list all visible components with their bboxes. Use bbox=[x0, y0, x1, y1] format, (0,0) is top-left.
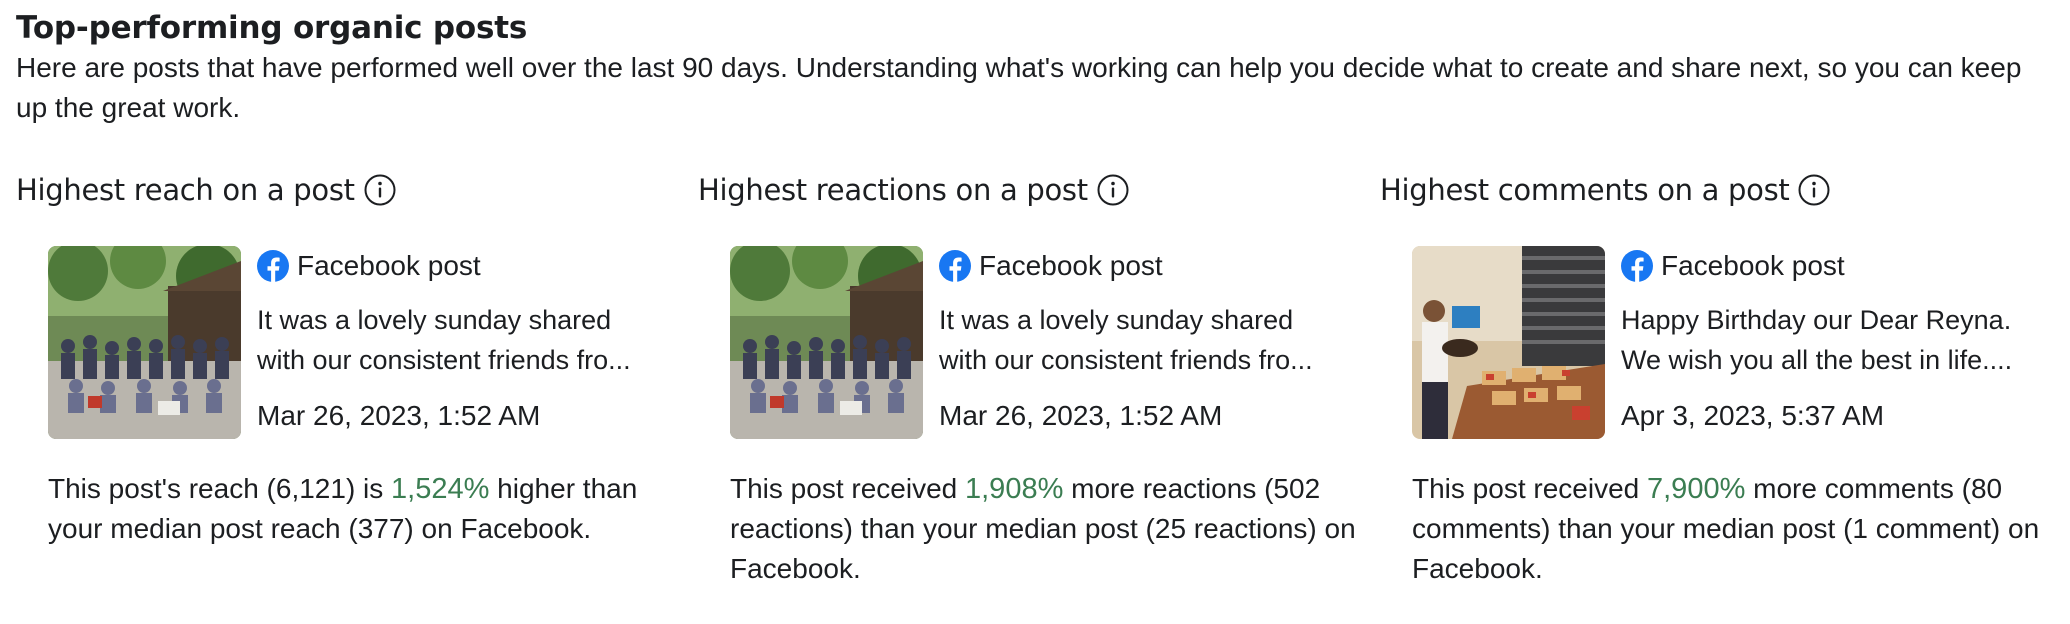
insight-highlight: 1,908% bbox=[965, 473, 1064, 505]
insight-prefix: This post received bbox=[730, 473, 965, 504]
post-thumbnail[interactable] bbox=[730, 246, 923, 439]
post-info: Facebook post Happy Birthday our Dear Re… bbox=[1621, 246, 2041, 439]
post-insight: This post received 7,900% more comments … bbox=[1412, 469, 2042, 589]
insight-highlight: 1,524% bbox=[391, 473, 490, 505]
post-insight: This post received 1,908% more reactions… bbox=[730, 469, 1360, 589]
top-posts-section: Top-performing organic posts Here are po… bbox=[0, 0, 2070, 624]
post-type: Facebook post bbox=[257, 246, 677, 286]
post-card[interactable]: Facebook post It was a lovely sunday sha… bbox=[730, 246, 1350, 439]
post-type-label: Facebook post bbox=[979, 250, 1163, 281]
insight-prefix: This post received bbox=[1412, 473, 1647, 504]
post-text: Happy Birthday our Dear Reyna. We wish y… bbox=[1621, 300, 2041, 380]
post-text-line: Happy Birthday our Dear Reyna. bbox=[1621, 305, 2012, 335]
column-title: Highest comments on a post bbox=[1380, 173, 1790, 207]
post-card[interactable]: Facebook post It was a lovely sunday sha… bbox=[48, 246, 668, 439]
post-date: Apr 3, 2023, 5:37 AM bbox=[1621, 400, 1885, 431]
post-type: Facebook post bbox=[939, 246, 1359, 286]
post-type-label: Facebook post bbox=[1661, 250, 1845, 281]
post-info: Facebook post It was a lovely sunday sha… bbox=[257, 246, 677, 439]
insight-prefix: This post's reach (6,121) is bbox=[48, 473, 392, 504]
post-text-line: We wish you all the best in life.... bbox=[1621, 345, 2013, 375]
post-text-line: It was a lovely sunday shared bbox=[939, 305, 1294, 335]
post-card[interactable]: Facebook post Happy Birthday our Dear Re… bbox=[1412, 246, 2032, 439]
column-header: Highest comments on a post bbox=[1380, 164, 2062, 216]
info-icon[interactable] bbox=[1096, 173, 1130, 207]
post-text-line: with our consistent friends fro... bbox=[257, 345, 631, 375]
highest-comments-column: Highest comments on a post Facebook post… bbox=[1380, 164, 2062, 589]
column-header: Highest reach on a post bbox=[16, 164, 698, 216]
post-type: Facebook post bbox=[1621, 246, 2041, 286]
column-title: Highest reactions on a post bbox=[698, 173, 1088, 207]
post-insight: This post's reach (6,121) is 1,524% high… bbox=[48, 469, 678, 549]
facebook-icon bbox=[1621, 250, 1653, 282]
column-header: Highest reactions on a post bbox=[698, 164, 1380, 216]
post-date: Mar 26, 2023, 1:52 AM bbox=[257, 400, 541, 431]
post-date: Mar 26, 2023, 1:52 AM bbox=[939, 400, 1223, 431]
post-info: Facebook post It was a lovely sunday sha… bbox=[939, 246, 1359, 439]
top-posts-columns: Highest reach on a post Facebook post It… bbox=[16, 164, 2062, 589]
section-title: Top-performing organic posts bbox=[16, 10, 528, 46]
insight-highlight: 7,900% bbox=[1647, 473, 1746, 505]
highest-reactions-column: Highest reactions on a post Facebook pos… bbox=[698, 164, 1380, 589]
post-thumbnail[interactable] bbox=[1412, 246, 1605, 439]
info-icon[interactable] bbox=[1797, 173, 1831, 207]
facebook-icon bbox=[257, 250, 289, 282]
info-icon[interactable] bbox=[363, 173, 397, 207]
post-text: It was a lovely sunday shared with our c… bbox=[939, 300, 1359, 380]
facebook-icon bbox=[939, 250, 971, 282]
post-text: It was a lovely sunday shared with our c… bbox=[257, 300, 677, 380]
column-title: Highest reach on a post bbox=[16, 173, 355, 207]
highest-reach-column: Highest reach on a post Facebook post It… bbox=[16, 164, 698, 589]
post-text-line: with our consistent friends fro... bbox=[939, 345, 1313, 375]
section-description: Here are posts that have performed well … bbox=[16, 52, 2022, 123]
post-type-label: Facebook post bbox=[297, 250, 481, 281]
post-thumbnail[interactable] bbox=[48, 246, 241, 439]
post-text-line: It was a lovely sunday shared bbox=[257, 305, 612, 335]
